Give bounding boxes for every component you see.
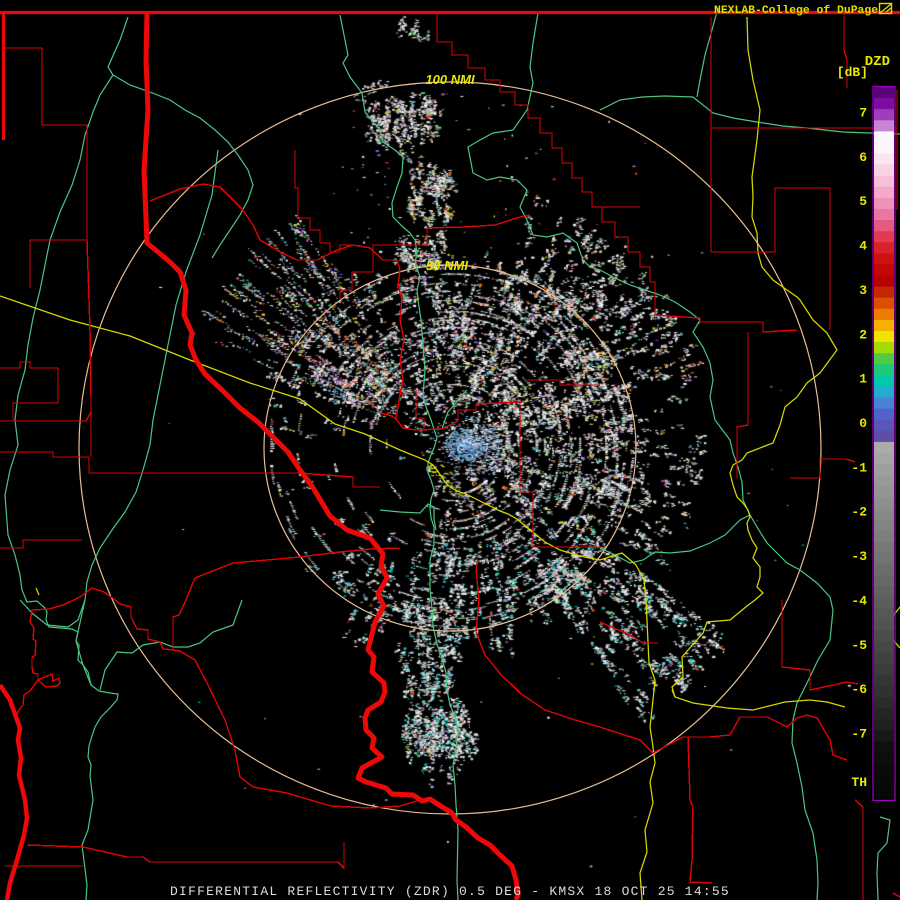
svg-text:NEXLAB-College of DuPage: NEXLAB-College of DuPage [714, 5, 878, 17]
svg-text:-3: -3 [851, 549, 867, 564]
svg-text:4: 4 [859, 239, 867, 254]
svg-text:50 NMI: 50 NMI [426, 258, 468, 273]
svg-text:-2: -2 [851, 505, 867, 520]
svg-text:-6: -6 [851, 682, 867, 697]
svg-text:0: 0 [859, 416, 867, 431]
svg-text:-5: -5 [851, 638, 867, 653]
svg-text:7: 7 [859, 106, 867, 121]
svg-text:2: 2 [859, 327, 867, 342]
svg-text:5: 5 [859, 194, 867, 209]
svg-text:-4: -4 [851, 593, 867, 608]
svg-text:-7: -7 [851, 727, 867, 742]
svg-text:-1: -1 [851, 460, 867, 475]
svg-text:[dB]: [dB] [837, 65, 868, 80]
svg-text:6: 6 [859, 150, 867, 165]
svg-text:3: 3 [859, 283, 867, 298]
svg-text:DIFFERENTIAL REFLECTIVITY (ZDR: DIFFERENTIAL REFLECTIVITY (ZDR) 0.5 DEG … [170, 884, 730, 899]
svg-text:1: 1 [859, 372, 867, 387]
svg-text:DZD: DZD [865, 54, 890, 70]
svg-text:TH: TH [851, 775, 867, 790]
svg-text:100 NMI: 100 NMI [425, 72, 475, 87]
